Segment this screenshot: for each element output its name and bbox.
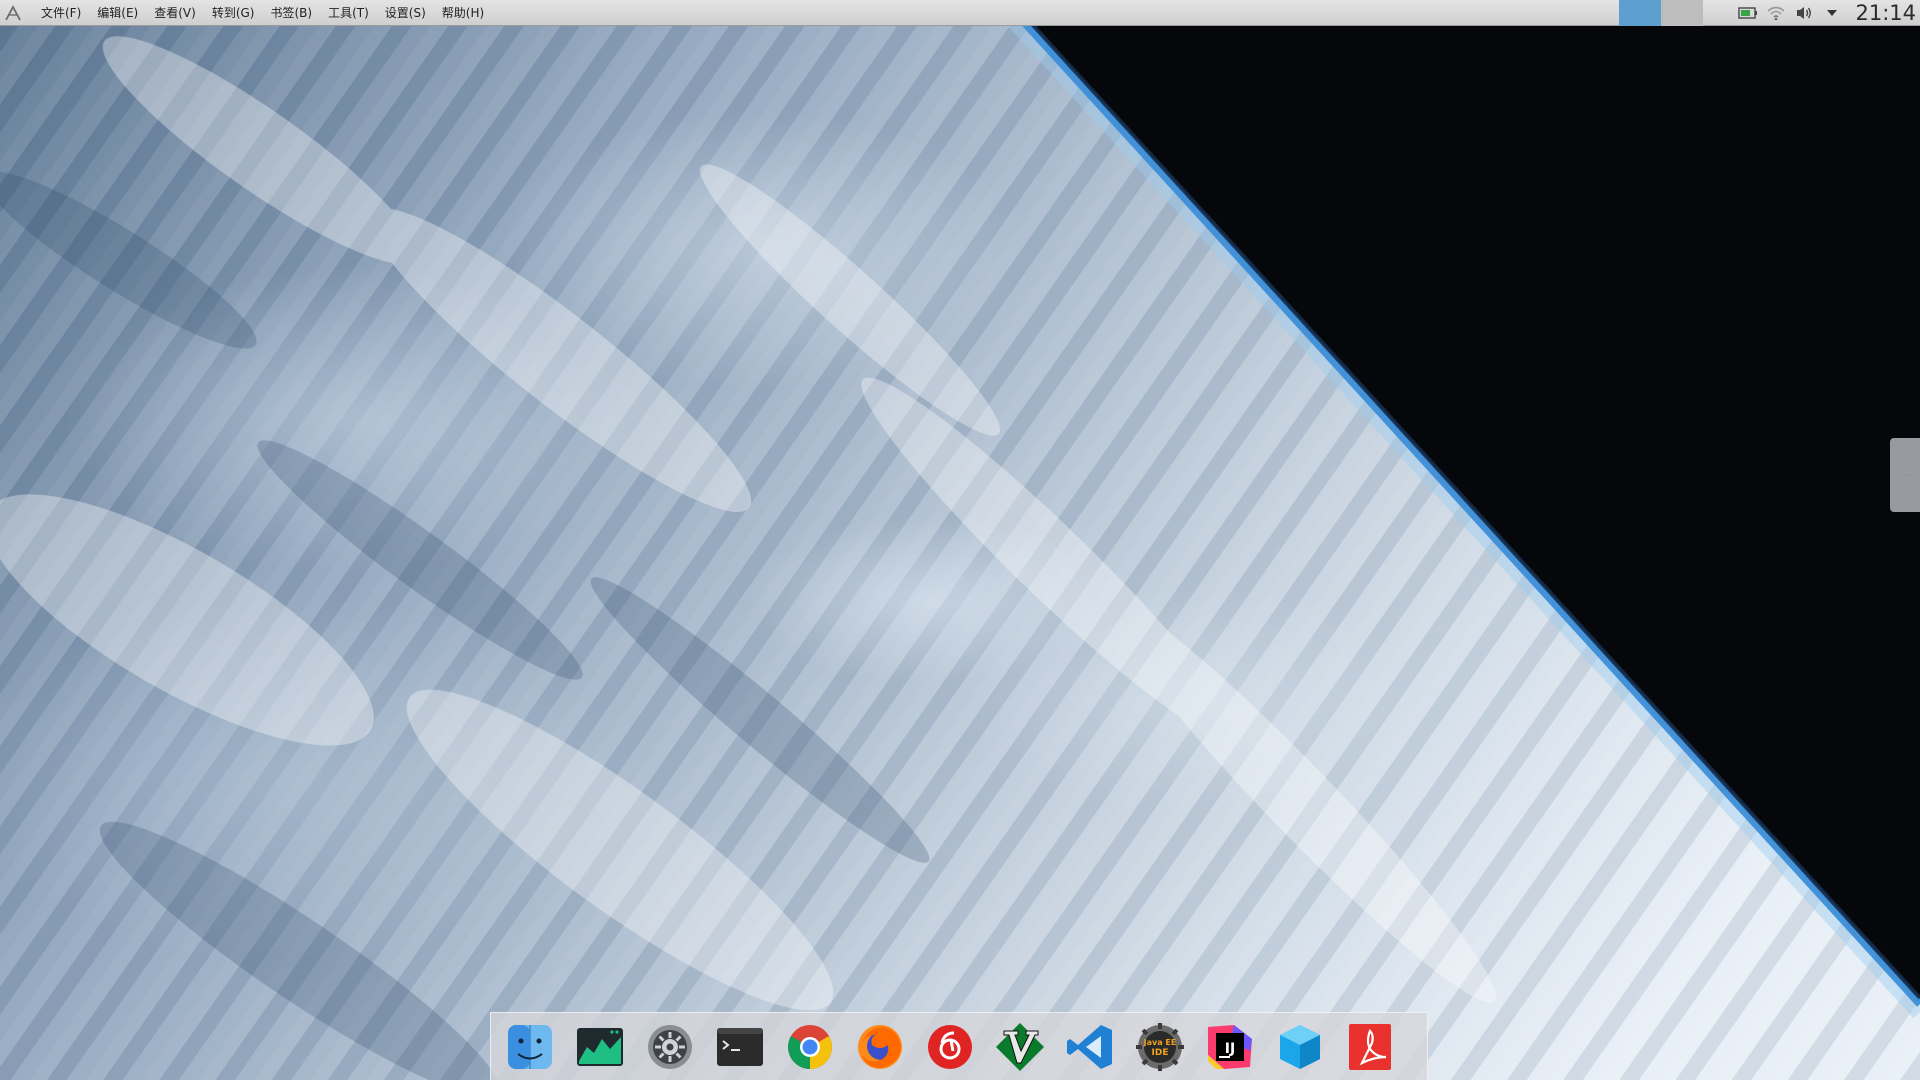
finder-icon [508, 1024, 552, 1069]
menu-bookmarks[interactable]: 书签(B) [262, 0, 320, 26]
menu-go[interactable]: 转到(G) [204, 0, 263, 26]
kde-logo-icon[interactable] [3, 3, 23, 23]
pdf-reader-icon [1349, 1023, 1391, 1070]
dock-item-terminal[interactable] [709, 1019, 771, 1075]
menu-tools[interactable]: 工具(T) [320, 0, 377, 26]
dock-item-eclipse-java-ee[interactable]: Java EE IDE [1129, 1019, 1191, 1075]
workspace-1-button[interactable] [1619, 0, 1662, 26]
intellij-icon: IJ [1208, 1024, 1252, 1069]
vim-icon [996, 1022, 1044, 1071]
volume-icon[interactable] [1793, 2, 1815, 24]
menu-edit[interactable]: 编辑(E) [89, 0, 146, 26]
earth-horizon [0, 0, 1920, 1080]
menu-view[interactable]: 查看(V) [146, 0, 204, 26]
menu-settings[interactable]: 设置(S) [377, 0, 434, 26]
workspace-2-button[interactable] [1661, 0, 1704, 26]
svg-text:Java EE: Java EE [1143, 1038, 1177, 1047]
tray-arrow-icon[interactable] [1821, 2, 1843, 24]
desktop-edge-handle[interactable]: ⋮ [1890, 438, 1920, 512]
virtualbox-icon [1280, 1024, 1320, 1069]
terminal-icon [717, 1027, 763, 1066]
dock-item-intellij[interactable]: IJ [1199, 1019, 1261, 1075]
dock-item-system-settings[interactable] [639, 1019, 701, 1075]
dock-item-finder[interactable] [499, 1019, 561, 1075]
dock-item-chrome[interactable] [779, 1019, 841, 1075]
dock-item-vscode[interactable] [1059, 1019, 1121, 1075]
top-menu-bar: 文件(F) 编辑(E) 查看(V) 转到(G) 书签(B) 工具(T) 设置(S… [0, 0, 1920, 26]
application-dock: Java EE IDE IJ [490, 1012, 1428, 1080]
clock[interactable]: 21:14 [1855, 0, 1916, 26]
wifi-icon[interactable] [1765, 2, 1787, 24]
menu-file[interactable]: 文件(F) [33, 0, 89, 26]
eclipse-java-ee-icon: Java EE IDE [1136, 1022, 1184, 1071]
dock-item-system-monitor[interactable] [569, 1019, 631, 1075]
edge-handle-grip: ⋮ [1899, 470, 1911, 480]
dock-item-pdf-reader[interactable] [1339, 1019, 1401, 1075]
desktop-wallpaper [0, 0, 1920, 1080]
dock-item-vim[interactable] [989, 1019, 1051, 1075]
battery-icon[interactable] [1737, 2, 1759, 24]
chrome-icon [788, 1024, 832, 1069]
menu-help[interactable]: 帮助(H) [434, 0, 492, 26]
netease-music-icon [928, 1024, 972, 1069]
system-settings-icon [648, 1024, 692, 1069]
dock-item-netease-music[interactable] [919, 1019, 981, 1075]
system-monitor-icon [577, 1027, 623, 1066]
svg-text:IJ: IJ [1225, 1041, 1235, 1057]
svg-text:IDE: IDE [1152, 1048, 1169, 1058]
dock-item-virtualbox[interactable] [1269, 1019, 1331, 1075]
firefox-icon [858, 1024, 902, 1069]
vscode-icon [1067, 1024, 1112, 1069]
system-tray: 21:14 [1619, 0, 1920, 26]
dock-item-firefox[interactable] [849, 1019, 911, 1075]
